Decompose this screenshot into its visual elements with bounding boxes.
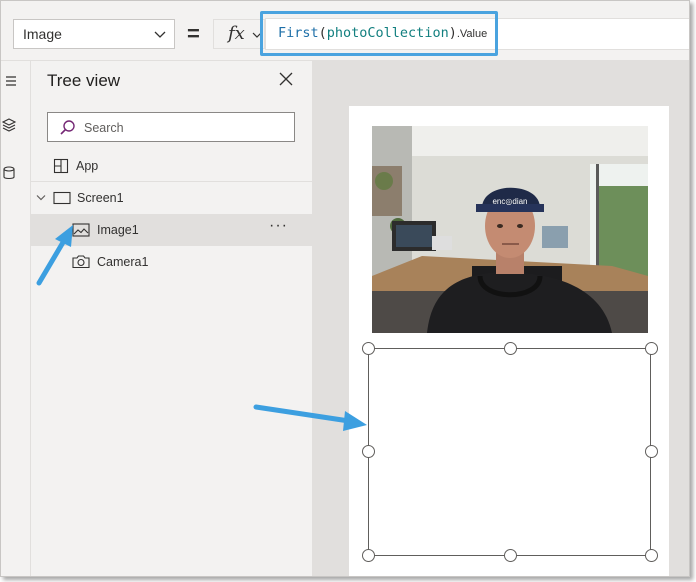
layers-icon[interactable] (1, 117, 17, 133)
data-icon[interactable] (1, 165, 17, 181)
app-icon (53, 158, 69, 174)
tree-item-screen1[interactable]: Screen1 (31, 182, 312, 214)
annotation-arrow-icon (36, 225, 73, 286)
resize-handle-bottom[interactable] (504, 549, 517, 562)
fx-icon: fx (228, 23, 245, 44)
resize-handle-top[interactable] (504, 342, 517, 355)
close-icon[interactable] (279, 72, 293, 86)
app-window: Image = fx First(photoCollection).Value (0, 0, 690, 577)
resize-handle-top-right[interactable] (645, 342, 658, 355)
app-screen: enc◎dian (349, 106, 669, 576)
fx-button[interactable]: fx (213, 19, 265, 49)
property-dropdown-value: Image (23, 26, 62, 42)
tree-item-label: Image1 (97, 223, 139, 237)
camera-photo-image: enc◎dian (372, 126, 648, 333)
tree-search-input[interactable]: Search (47, 112, 295, 142)
camera-control[interactable]: enc◎dian (372, 126, 648, 333)
resize-handle-top-left[interactable] (362, 342, 375, 355)
tree-item-app[interactable]: App (31, 150, 312, 182)
tree-view-title: Tree view (47, 71, 121, 90)
property-dropdown[interactable]: Image (13, 19, 175, 49)
annotation-arrow-icon (253, 404, 367, 431)
tree-item-label: Screen1 (77, 191, 124, 205)
resize-handle-right[interactable] (645, 445, 658, 458)
formula-highlight-box (260, 11, 498, 56)
resize-handle-bottom-left[interactable] (362, 549, 375, 562)
tree-item-label: App (76, 159, 99, 173)
more-options-icon[interactable]: ··· (269, 217, 288, 235)
left-rail (1, 61, 31, 576)
resize-handle-bottom-right[interactable] (645, 549, 658, 562)
screen-icon (53, 191, 71, 205)
chevron-down-icon (154, 31, 166, 38)
resize-handle-left[interactable] (362, 445, 375, 458)
menu-icon[interactable] (3, 73, 19, 89)
equals-sign: = (187, 21, 200, 46)
tree-item-label: Camera1 (97, 255, 149, 269)
cap-logo-text: enc◎dian (492, 197, 527, 206)
tree-view-panel: Tree view Search App Screen1 Image1 ··· … (31, 61, 312, 576)
search-placeholder: Search (84, 121, 124, 135)
search-icon (60, 120, 75, 135)
image1-control[interactable] (362, 342, 658, 562)
formula-bar: Image = fx First(photoCollection).Value (1, 1, 689, 61)
canvas-area: enc◎dian (312, 61, 689, 576)
chevron-down-icon[interactable] (36, 194, 46, 202)
